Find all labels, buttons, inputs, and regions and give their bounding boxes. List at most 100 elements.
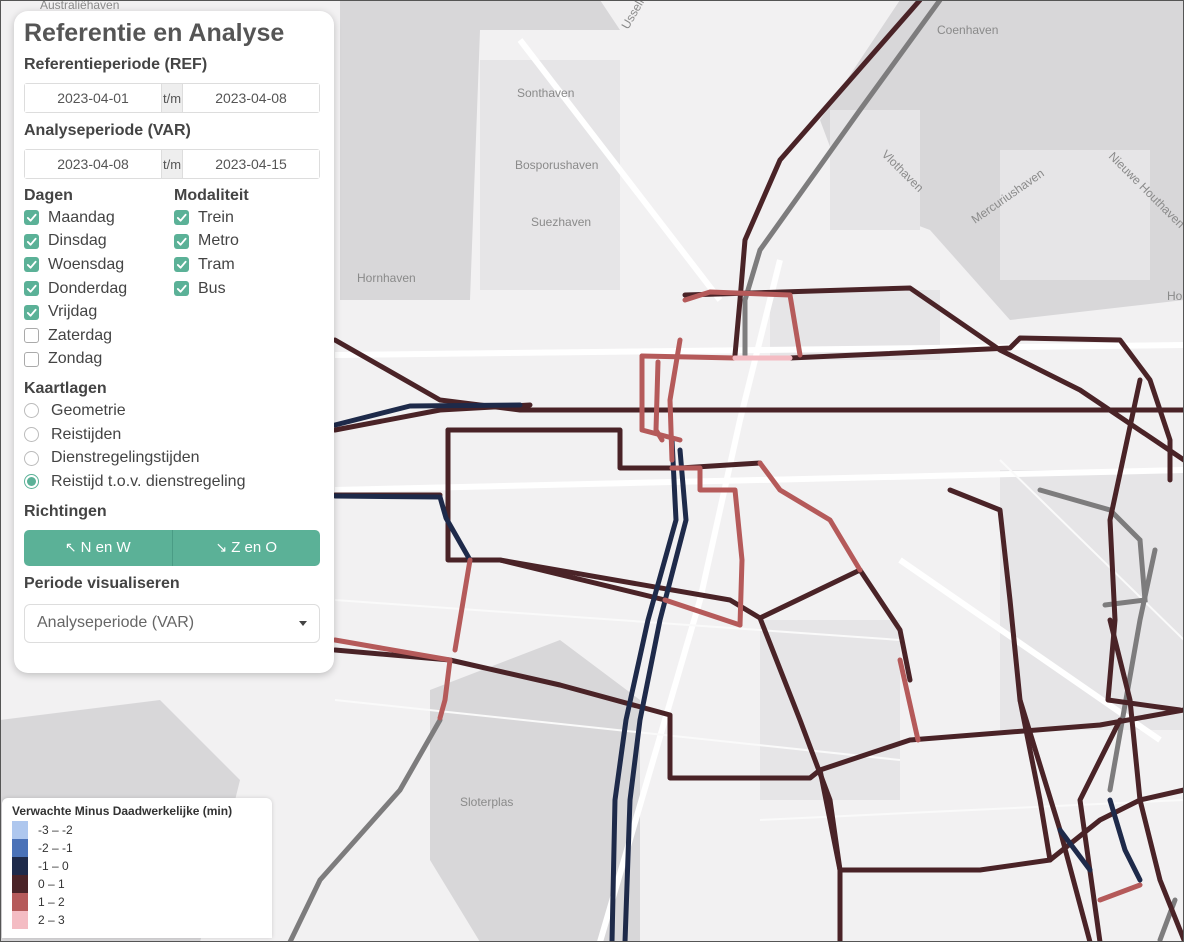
label-coenhaven: Coenhaven (937, 23, 998, 37)
checkbox-checked-icon[interactable] (24, 281, 39, 297)
direction-zo-label: Z en O (231, 539, 278, 557)
ref-end-input[interactable] (183, 84, 319, 112)
layer-label: Geometrie (51, 401, 126, 419)
radio-empty-icon[interactable] (24, 427, 39, 443)
legend-label: -3 – -2 (38, 823, 73, 837)
ref-period-label: Referentieperiode (REF) (24, 56, 208, 73)
map-legend: Verwachte Minus Daadwerkelijke (min) -3 … (2, 798, 272, 938)
legend-label: -1 – 0 (38, 859, 69, 873)
legend-item: 1 – 2 (12, 893, 262, 911)
modality-checkbox-label: Trein (198, 208, 234, 226)
period-select[interactable]: Analyseperiode (VAR) (24, 603, 320, 643)
layer-radio-0[interactable]: Geometrie (24, 399, 324, 423)
direction-nw-button[interactable]: ↖ N en W (24, 529, 172, 566)
modality-checkbox-tram[interactable]: Tram (174, 253, 324, 277)
checkbox-checked-icon[interactable] (24, 210, 39, 226)
label-sloterplas: Sloterplas (460, 795, 513, 809)
legend-item: -2 – -1 (12, 839, 262, 857)
ref-start-input[interactable] (25, 84, 161, 112)
layer-label: Reistijd t.o.v. dienstregeling (51, 472, 246, 490)
layer-radio-3[interactable]: Reistijd t.o.v. dienstregeling (24, 470, 324, 494)
direction-buttons: ↖ N en W ↘ Z en O (24, 529, 320, 566)
day-checkbox-dinsdag[interactable]: Dinsdag (24, 230, 174, 254)
legend-swatch (12, 911, 28, 929)
checkbox-checked-icon[interactable] (174, 281, 189, 297)
day-checkbox-vrijdag[interactable]: Vrijdag (24, 300, 174, 324)
radio-empty-icon[interactable] (24, 403, 39, 419)
modality-checkbox-bus[interactable]: Bus (174, 277, 324, 301)
legend-item: 0 – 1 (12, 875, 262, 893)
checkbox-checked-icon[interactable] (24, 233, 39, 249)
layer-radio-2[interactable]: Dienstregelingstijden (24, 446, 324, 470)
checkbox-checked-icon[interactable] (24, 304, 39, 320)
label-hornhaven: Hornhaven (357, 271, 416, 285)
legend-swatch (12, 875, 28, 893)
var-end-input[interactable] (183, 150, 319, 178)
checkbox-checked-icon[interactable] (24, 257, 39, 273)
legend-title: Verwachte Minus Daadwerkelijke (min) (12, 804, 233, 818)
radio-selected-icon[interactable] (24, 474, 39, 490)
days-list: Maandag Dinsdag Woensdag Donderdag Vrijdag Za… (24, 206, 174, 371)
checkbox-checked-icon[interactable] (174, 257, 189, 273)
modality-group: Modaliteit Trein Metro Tram Bus (174, 186, 324, 371)
legend-label: -2 – -1 (38, 841, 73, 855)
day-checkbox-label: Zondag (48, 350, 103, 368)
control-panel: Referentie en Analyse Referentieperiode … (14, 11, 334, 673)
direction-zo-button[interactable]: ↘ Z en O (171, 529, 320, 566)
modality-checkbox-metro[interactable]: Metro (174, 230, 324, 254)
legend-rows: -3 – -2 -2 – -1 -1 – 0 0 – 1 1 – 2 2 – 3 (12, 821, 262, 929)
label-usselhaven: Usselhaven (618, 0, 661, 31)
layers-label: Kaartlagen (24, 380, 107, 398)
arrow-up-left-icon: ↖ (64, 539, 77, 556)
ref-range-separator: t/m (161, 84, 183, 112)
var-start-input[interactable] (25, 150, 161, 178)
legend-label: 2 – 3 (38, 913, 65, 927)
var-range-separator: t/m (161, 150, 183, 178)
day-checkbox-maandag[interactable]: Maandag (24, 206, 174, 230)
legend-swatch (12, 839, 28, 857)
day-checkbox-label: Vrijdag (48, 303, 98, 321)
layer-label: Dienstregelingstijden (51, 449, 200, 467)
day-checkbox-label: Woensdag (48, 255, 125, 273)
label-sonthaven: Sonthaven (517, 86, 574, 100)
direction-nw-label: N en W (80, 539, 131, 557)
modality-label: Modaliteit (174, 187, 249, 204)
checkbox-checked-icon[interactable] (174, 210, 189, 226)
directions-label: Richtingen (24, 502, 107, 520)
day-checkbox-label: Dinsdag (48, 232, 107, 250)
radio-empty-icon[interactable] (24, 450, 39, 466)
modality-checkbox-trein[interactable]: Trein (174, 206, 324, 230)
label-bosporushaven: Bosporushaven (515, 158, 598, 172)
panel-title: Referentie en Analyse (24, 19, 285, 47)
legend-item: -1 – 0 (12, 857, 262, 875)
layer-label: Reistijden (51, 425, 122, 443)
modality-checkbox-label: Metro (198, 232, 239, 250)
day-checkbox-label: Donderdag (48, 279, 128, 297)
modality-checkbox-label: Tram (198, 255, 235, 273)
days-group: Dagen Maandag Dinsdag Woensdag Donderdag Vri… (24, 186, 174, 371)
day-checkbox-label: Zaterdag (48, 326, 113, 344)
day-checkbox-donderdag[interactable]: Donderdag (24, 277, 174, 301)
day-checkbox-label: Maandag (48, 208, 115, 226)
var-period-label: Analyseperiode (VAR) (24, 122, 191, 139)
legend-swatch (12, 893, 28, 911)
legend-label: 0 – 1 (38, 877, 65, 891)
legend-swatch (12, 821, 28, 839)
checkbox-empty-icon[interactable] (24, 328, 39, 344)
layers-list: Geometrie Reistijden Dienstregelingstijden… (24, 399, 324, 493)
var-date-range: t/m (24, 149, 320, 179)
modality-list: Trein Metro Tram Bus (174, 206, 324, 300)
day-checkbox-woensdag[interactable]: Woensdag (24, 253, 174, 277)
label-suezhaven: Suezhaven (531, 215, 591, 229)
label-ho: Ho (1167, 289, 1183, 303)
checkbox-empty-icon[interactable] (24, 351, 39, 367)
legend-label: 1 – 2 (38, 895, 65, 909)
day-checkbox-zondag[interactable]: Zondag (24, 348, 174, 372)
legend-item: -3 – -2 (12, 821, 262, 839)
period-visualize-label: Periode visualiseren (24, 574, 180, 592)
checkbox-checked-icon[interactable] (174, 233, 189, 249)
layer-radio-1[interactable]: Reistijden (24, 423, 324, 447)
day-checkbox-zaterdag[interactable]: Zaterdag (24, 324, 174, 348)
days-label: Dagen (24, 187, 73, 204)
arrow-down-right-icon: ↘ (215, 539, 228, 556)
